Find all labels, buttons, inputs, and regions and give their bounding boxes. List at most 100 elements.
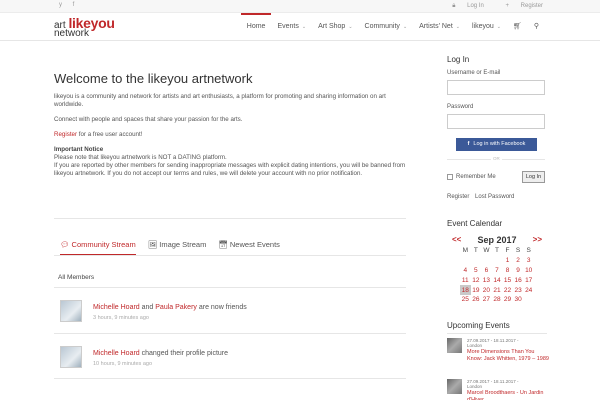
password-label: Password [447, 104, 474, 110]
images-icon: 🖼︎ [147, 240, 158, 249]
facebook-icon: f [467, 141, 470, 147]
tab-newest-events[interactable]: 📅︎ Newest Events [218, 240, 280, 256]
notice-line-1: Please note that likeyou artnetwork is N… [54, 154, 227, 161]
activity-action: are now friends [196, 304, 247, 311]
nav-likeyou[interactable]: likeyou ⌄ [466, 13, 507, 41]
avatar[interactable] [60, 346, 82, 368]
calendar-day[interactable]: 24 [523, 285, 534, 295]
calendar-day[interactable]: 13 [481, 275, 492, 285]
next-month-button[interactable]: >> [533, 235, 542, 245]
prev-month-button[interactable]: << [452, 235, 461, 245]
calendar-day[interactable]: 27 [481, 295, 492, 305]
divider [447, 333, 547, 334]
intro-paragraph-2: Connect with people and spaces that shar… [54, 116, 243, 123]
password-input[interactable] [447, 114, 545, 129]
register-link[interactable]: + Register [495, 3, 543, 9]
remember-me[interactable]: Remember Me [447, 174, 496, 180]
chevron-down-icon: ⌄ [301, 24, 307, 30]
lost-password-link[interactable]: Lost Password [475, 194, 514, 200]
calendar-day[interactable]: 6 [481, 266, 492, 276]
nav-events[interactable]: Events ⌄ [271, 13, 312, 41]
user-link[interactable]: Michelle Hoard [93, 350, 140, 357]
calendar-day[interactable]: 10 [523, 266, 534, 276]
username-input[interactable] [447, 80, 545, 95]
calendar-day[interactable]: 26 [471, 295, 482, 305]
nav-artists-net[interactable]: Artists' Net ⌄ [413, 13, 466, 41]
calendar-day[interactable]: 8 [502, 266, 513, 276]
calendar-day[interactable]: 20 [481, 285, 492, 295]
login-title: Log In [447, 55, 470, 64]
avatar[interactable] [60, 300, 82, 322]
calendar-day-header: W [483, 247, 490, 255]
register-link[interactable]: Register [447, 194, 469, 200]
calendar-day[interactable]: 25 [460, 295, 471, 305]
calendar-day[interactable]: 21 [492, 285, 503, 295]
tab-image-stream[interactable]: 🖼︎ Image Stream [148, 240, 207, 256]
site-logo[interactable]: art likeyou network [54, 16, 115, 39]
login-links: Register Lost Password [447, 194, 518, 200]
calendar-day[interactable]: 12 [471, 275, 482, 285]
nav-home[interactable]: Home [240, 13, 272, 41]
register-cta-link[interactable]: Register [54, 131, 77, 138]
calendar-day[interactable]: 1 [502, 256, 513, 266]
calendar-day[interactable]: 7 [492, 266, 503, 276]
youtube-icon[interactable]: y [59, 2, 62, 8]
important-notice: Important Notice Please note that likeyo… [54, 146, 406, 178]
nav-art-shop[interactable]: Art Shop ⌄ [312, 13, 358, 41]
remember-label: Remember Me [456, 174, 496, 180]
event-title[interactable]: More Dimensions Than You Know: Jack Whit… [467, 349, 549, 363]
facebook-login-button[interactable]: f Log in with Facebook [456, 138, 537, 151]
remember-checkbox[interactable] [447, 174, 453, 180]
user-link[interactable]: Michelle Hoard [93, 304, 140, 311]
calendar-day [460, 256, 471, 266]
calendar-day[interactable]: 29 [502, 295, 513, 305]
chevron-down-icon: ⌄ [496, 24, 501, 30]
calendar-day[interactable]: 16 [513, 275, 524, 285]
facebook-login-label: Log in with Facebook [473, 141, 526, 147]
calendar-day[interactable]: 4 [460, 266, 471, 276]
calendar-day-header: M [462, 247, 468, 255]
user-link[interactable]: Paula Pakery [155, 304, 197, 311]
activity-text: Michelle Hoard and Paula Pakery are now … [93, 304, 247, 311]
calendar-day[interactable]: 14 [492, 275, 503, 285]
top-bar: y f 🔒︎ Log In + Register [0, 0, 600, 13]
calendar-day[interactable]: 23 [513, 285, 524, 295]
calendar-day[interactable]: 5 [471, 266, 482, 276]
calendar-day[interactable]: 28 [492, 295, 503, 305]
tab-community-stream[interactable]: 💬︎ Community Stream [60, 240, 136, 256]
tab-image-stream-label: Image Stream [159, 240, 207, 249]
calendar-day[interactable]: 2 [513, 256, 524, 266]
calendar-day[interactable]: 15 [502, 275, 513, 285]
activity-text: Michelle Hoard changed their profile pic… [93, 350, 228, 357]
calendar-day [471, 256, 482, 266]
stream-filter[interactable]: All Members [58, 274, 94, 281]
calendar-day[interactable]: 19 [471, 285, 482, 295]
calendar-day-header: T [494, 247, 499, 255]
calendar-day [523, 295, 534, 305]
nav-community[interactable]: Community ⌄ [359, 13, 414, 41]
calendar-header: << Sep 2017 >> [452, 235, 542, 245]
calendar-day[interactable]: 11 [460, 275, 471, 285]
login-button[interactable]: Log In [522, 171, 545, 183]
calendar-day[interactable]: 9 [513, 266, 524, 276]
login-link-label: Log In [467, 3, 484, 9]
divider [54, 378, 406, 379]
calendar-day[interactable]: 3 [523, 256, 534, 266]
calendar-day[interactable]: 30 [513, 295, 524, 305]
event-thumbnail[interactable] [447, 379, 462, 394]
event-title[interactable]: Marcel Broodthaers - Un Jardin d'Hiver [467, 390, 549, 400]
nav-artists-net-label: Artists' Net [419, 23, 453, 30]
social-links: y f [59, 2, 83, 8]
login-link[interactable]: 🔒︎ Log In [442, 3, 484, 9]
search-icon[interactable]: ⚲ [528, 13, 545, 41]
calendar-day[interactable]: 18 [460, 285, 471, 295]
chevron-down-icon: ⌄ [455, 24, 460, 30]
calendar-day[interactable]: 22 [502, 285, 513, 295]
facebook-icon[interactable]: f [73, 2, 75, 8]
lock-icon: 🔒︎ [452, 3, 456, 9]
calendar-day[interactable]: 17 [523, 275, 534, 285]
event-thumbnail[interactable] [447, 338, 462, 353]
cart-icon[interactable]: 🛒︎ [507, 13, 528, 41]
notice-line-2: If you are reported by other members for… [54, 162, 406, 177]
page-title: Welcome to the likeyou artnetwork [54, 71, 253, 86]
